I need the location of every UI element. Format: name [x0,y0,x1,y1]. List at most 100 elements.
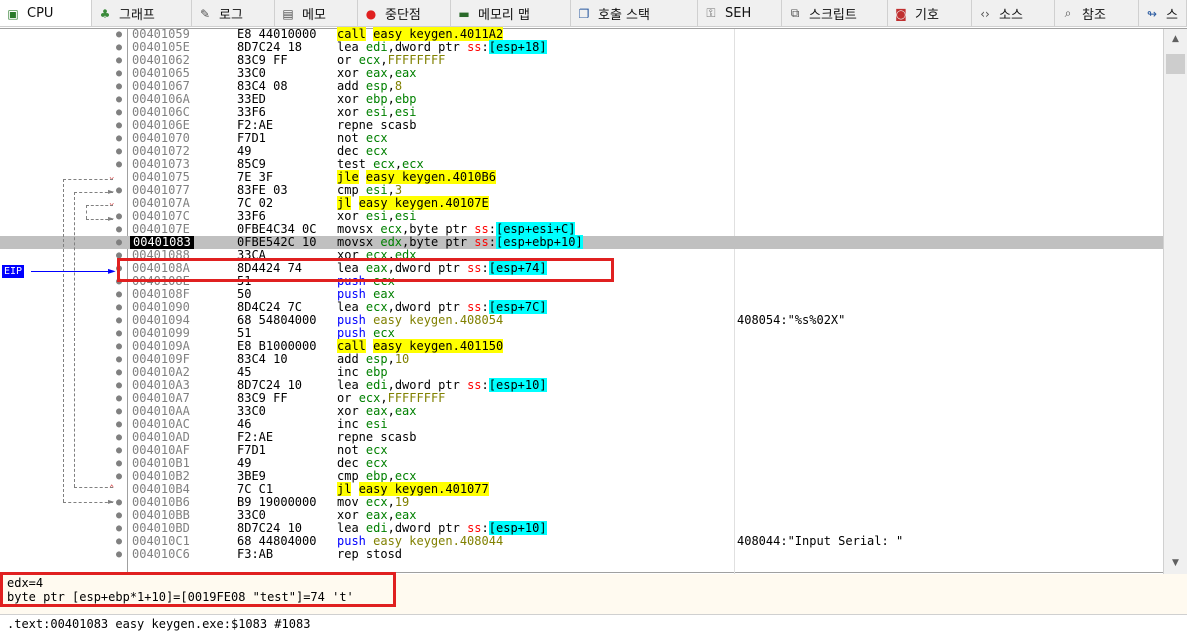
asm-token: jl [337,196,352,210]
asm-token: easy keygen.4010B6 [365,170,496,184]
asm-token: lea [337,378,366,392]
asm-token: or [337,53,359,67]
breakpoint-dot-icon[interactable]: ● [116,418,122,431]
asm-token: , [387,352,395,366]
breakpoint-dot-icon[interactable]: ● [116,54,122,67]
tab-notes[interactable]: ▤ 메모 [275,0,358,26]
breakpoint-dot-icon[interactable]: ● [116,93,122,106]
asm-token: 8 [394,79,403,93]
tab-references[interactable]: ⌕ 참조 [1055,0,1139,26]
cpu-icon: ▣ [7,6,19,21]
breakpoint-dot-icon[interactable]: ● [116,314,122,327]
asm-token: edi [365,378,388,392]
jump-arrow-line [86,205,87,219]
asm-token: xor [337,508,366,522]
asm-token: esi [394,105,417,119]
breakpoint-dot-icon[interactable]: ● [116,444,122,457]
disassembly-view[interactable]: ● 00401059 E8 44010000 call easy keygen.401… [0,27,1187,574]
breakpoint-dot-icon[interactable]: ● [116,80,122,93]
asm-token: easy keygen.4011A2 [373,27,504,41]
tab-script[interactable]: ⧉ 스크립트 [782,0,888,26]
asm-token: call [337,27,366,41]
breakpoint-dot-icon[interactable]: ● [116,431,122,444]
breakpoint-dot-icon[interactable]: ● [116,106,122,119]
notes-icon: ▤ [282,6,294,21]
breakpoint-dot-icon[interactable]: ● [116,353,122,366]
asm-token: cmp [337,183,366,197]
tab-log[interactable]: ✎ 로그 [192,0,275,26]
breakpoint-dot-icon[interactable]: ● [116,405,122,418]
breakpoint-dot-icon[interactable]: ● [116,301,122,314]
breakpoint-dot-icon[interactable]: ● [116,457,122,470]
breakpoint-dot-icon[interactable]: ● [116,119,122,132]
breakpoint-dot-icon[interactable]: ● [116,470,122,483]
breakpoint-dot-icon[interactable]: ● [116,28,122,41]
tab-symbols[interactable]: ◙ 기호 [888,0,972,26]
tab-seh[interactable]: ⚿ SEH [698,0,782,26]
tab-threads[interactable]: ↬ 스 [1139,0,1187,26]
asm-token: ecx [358,53,381,67]
tab-label: 스크립트 [809,8,857,23]
tab-cpu[interactable]: ▣ CPU [0,0,92,26]
asm-token: ecx [365,300,388,314]
breakpoint-dot-icon[interactable]: ● [116,158,122,171]
asm-token: , [387,404,395,418]
asm-token: ,dword ptr [387,40,468,54]
breakpoint-dot-icon[interactable]: ● [116,41,122,54]
instruction-row[interactable]: ● 004010C6 F3:AB rep stosd [0,548,1163,561]
asm-token: FFFFFFFF [387,391,446,405]
tab-breakpoint[interactable]: ● 중단점 [358,0,451,26]
tab-call-stack[interactable]: ❐ 호출 스택 [571,0,698,26]
tab-label: 로그 [219,8,243,23]
breakpoint-dot-icon[interactable]: ● [116,509,122,522]
breakpoint-dot-icon[interactable]: ● [116,522,122,535]
instruction-address: 004010C6 [132,547,190,561]
asm-token [351,196,358,210]
vertical-scrollbar[interactable]: ▲ ▼ [1163,29,1187,574]
breakpoint-dot-icon[interactable]: ● [116,535,122,548]
tab-graph[interactable]: ♣ 그래프 [92,0,192,26]
scroll-thumb[interactable] [1166,54,1185,74]
tab-label: 기호 [915,8,939,23]
breakpoint-dot-icon[interactable]: ● [116,67,122,80]
breakpoint-dot-icon[interactable]: ● [116,496,122,509]
asm-token: ss [467,521,482,535]
breakpoint-dot-icon[interactable]: ● [116,223,122,236]
tab-label: 스 [1166,8,1178,23]
asm-token: eax [394,508,417,522]
asm-token: xor [337,105,366,119]
asm-token: xor [337,92,366,106]
jump-arrow-line [63,179,113,180]
asm-token: ecx [358,391,381,405]
breakpoint-dot-icon[interactable]: ● [116,210,122,223]
asm-token: movsx [337,235,381,249]
tab-memory-map[interactable]: ▬ 메모리 맵 [451,0,571,26]
asm-token: eax [394,66,417,80]
asm-token: not [337,443,366,457]
breakpoint-dot-icon[interactable]: ● [116,379,122,392]
asm-token: , [387,209,395,223]
scroll-up-icon[interactable]: ▲ [1164,31,1187,48]
instruction-disassembly: rep stosd [337,548,402,561]
breakpoint-dot-icon[interactable]: ● [116,236,122,249]
asm-token [351,482,358,496]
breakpoint-dot-icon[interactable]: ● [116,132,122,145]
tab-source[interactable]: ‹› 소스 [972,0,1055,26]
scroll-down-icon[interactable]: ▼ [1164,555,1187,572]
call-stack-icon: ❐ [578,6,590,21]
breakpoint-dot-icon[interactable]: ● [116,288,122,301]
asm-token: : [481,378,489,392]
asm-token: [esp+10] [488,378,547,392]
breakpoint-dot-icon[interactable]: ● [116,184,122,197]
asm-token: ss [467,40,482,54]
breakpoint-dot-icon[interactable]: ● [116,548,122,561]
asm-token: edi [365,521,388,535]
breakpoint-dot-icon[interactable]: ● [116,340,122,353]
breakpoint-dot-icon[interactable]: ● [116,145,122,158]
breakpoint-dot-icon[interactable]: ● [116,392,122,405]
asm-token: esi [365,417,388,431]
breakpoint-dot-icon[interactable]: ● [116,366,122,379]
asm-token: lea [337,521,366,535]
asm-token: ss [474,235,489,249]
breakpoint-dot-icon[interactable]: ● [116,327,122,340]
